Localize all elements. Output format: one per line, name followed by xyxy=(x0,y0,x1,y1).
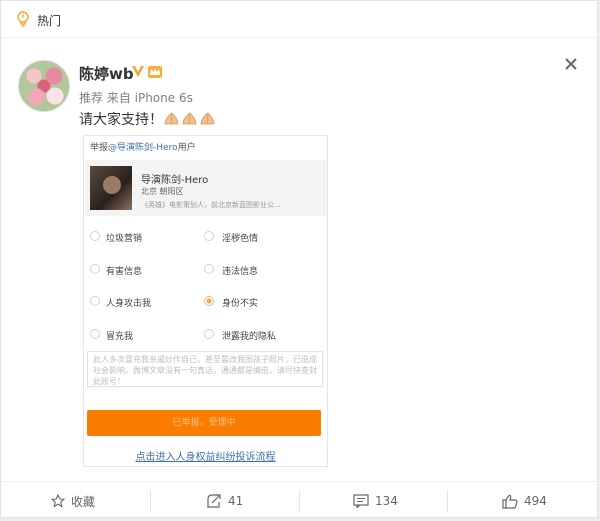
comment-icon xyxy=(353,494,369,508)
radio-option-5-selected[interactable] xyxy=(204,296,214,306)
option-label-6: 冒充我 xyxy=(106,332,134,342)
report-title: 举报@导演陈剑-Hero用户 xyxy=(90,140,196,153)
report-card-image[interactable]: 举报@导演陈剑-Hero用户 导演陈剑-Hero 北京 朝阳区 《英雄》电影策划… xyxy=(83,135,328,467)
like-button[interactable]: 494 xyxy=(502,482,547,520)
avatar[interactable] xyxy=(18,60,70,112)
reported-user-avatar xyxy=(90,166,132,210)
option-label-7: 泄露我的隐私 xyxy=(222,332,277,342)
action-bar: 收藏 41 134 494 xyxy=(1,481,597,519)
clap-emoji-icon xyxy=(199,112,217,128)
radio-option-0[interactable] xyxy=(90,231,100,241)
divider xyxy=(150,490,151,512)
repost-count: 41 xyxy=(228,494,244,508)
radio-option-2[interactable] xyxy=(90,264,100,274)
report-target-link[interactable]: @导演陈剑-Hero xyxy=(108,143,178,153)
favorite-button[interactable]: 收藏 xyxy=(51,482,95,520)
radio-option-7[interactable] xyxy=(204,329,214,339)
option-label-5: 身份不实 xyxy=(222,299,259,309)
like-count: 494 xyxy=(524,494,547,508)
report-remark-textarea[interactable]: 此人多次冒充我亲戚炒作自己，甚至篡改我图孩子照片，已造成社会影响，微博文章没有一… xyxy=(87,351,323,387)
repost-icon xyxy=(207,494,221,508)
hot-header: 热门 xyxy=(1,1,597,38)
post-text: 请大家支持！ xyxy=(79,109,217,129)
username[interactable]: 陈婷wb xyxy=(79,63,134,84)
report-suffix: 用户 xyxy=(177,143,196,153)
option-label-2: 有害信息 xyxy=(106,267,143,277)
report-prefix: 举报 xyxy=(90,143,109,153)
post-text-content: 请大家支持！ xyxy=(79,112,163,128)
appeal-process-link[interactable]: 点击进入人身权益纠纷投诉流程 xyxy=(84,448,327,463)
hot-bulb-icon xyxy=(17,11,29,27)
repost-button[interactable]: 41 xyxy=(206,482,243,520)
reported-user-card: 导演陈剑-Hero 北京 朝阳区 《英雄》电影策划人，前北京新蓝图影业公... xyxy=(85,160,327,216)
option-label-4: 人身攻击我 xyxy=(106,299,152,309)
reported-user-desc: 《英雄》电影策划人，前北京新蓝图影业公... xyxy=(141,201,281,209)
clap-emoji-icon xyxy=(181,112,199,128)
reported-user-name: 导演陈剑-Hero xyxy=(141,175,209,186)
reported-user-location: 北京 朝阳区 xyxy=(141,187,184,196)
close-icon[interactable] xyxy=(563,56,579,72)
comment-button[interactable]: 134 xyxy=(353,482,398,520)
option-label-3: 违法信息 xyxy=(222,267,259,277)
divider xyxy=(299,490,300,512)
post-meta: 推荐 来自 iPhone 6s xyxy=(79,91,193,105)
favorite-label: 收藏 xyxy=(71,494,96,509)
radio-option-3[interactable] xyxy=(204,264,214,274)
radio-option-4[interactable] xyxy=(90,296,100,306)
divider xyxy=(447,490,448,512)
clap-emoji-icon xyxy=(163,112,181,128)
option-label-1: 淫秽色情 xyxy=(222,234,259,244)
hot-label[interactable]: 热门 xyxy=(37,12,61,29)
verified-v-icon xyxy=(132,66,144,77)
weibo-post-page: 热门 陈婷wb 推荐 来自 iPhone 6s 请大家支持！ 举报@导演陈剑-H… xyxy=(0,0,598,518)
star-icon xyxy=(51,494,65,508)
report-submit-button[interactable]: 已举报，受理中 xyxy=(87,410,321,436)
comment-count: 134 xyxy=(375,494,398,508)
option-label-0: 垃圾营销 xyxy=(106,234,143,244)
crown-badge-icon[interactable] xyxy=(147,65,163,79)
radio-option-6[interactable] xyxy=(90,329,100,339)
thumbs-up-icon xyxy=(502,494,518,509)
radio-option-1[interactable] xyxy=(204,231,214,241)
